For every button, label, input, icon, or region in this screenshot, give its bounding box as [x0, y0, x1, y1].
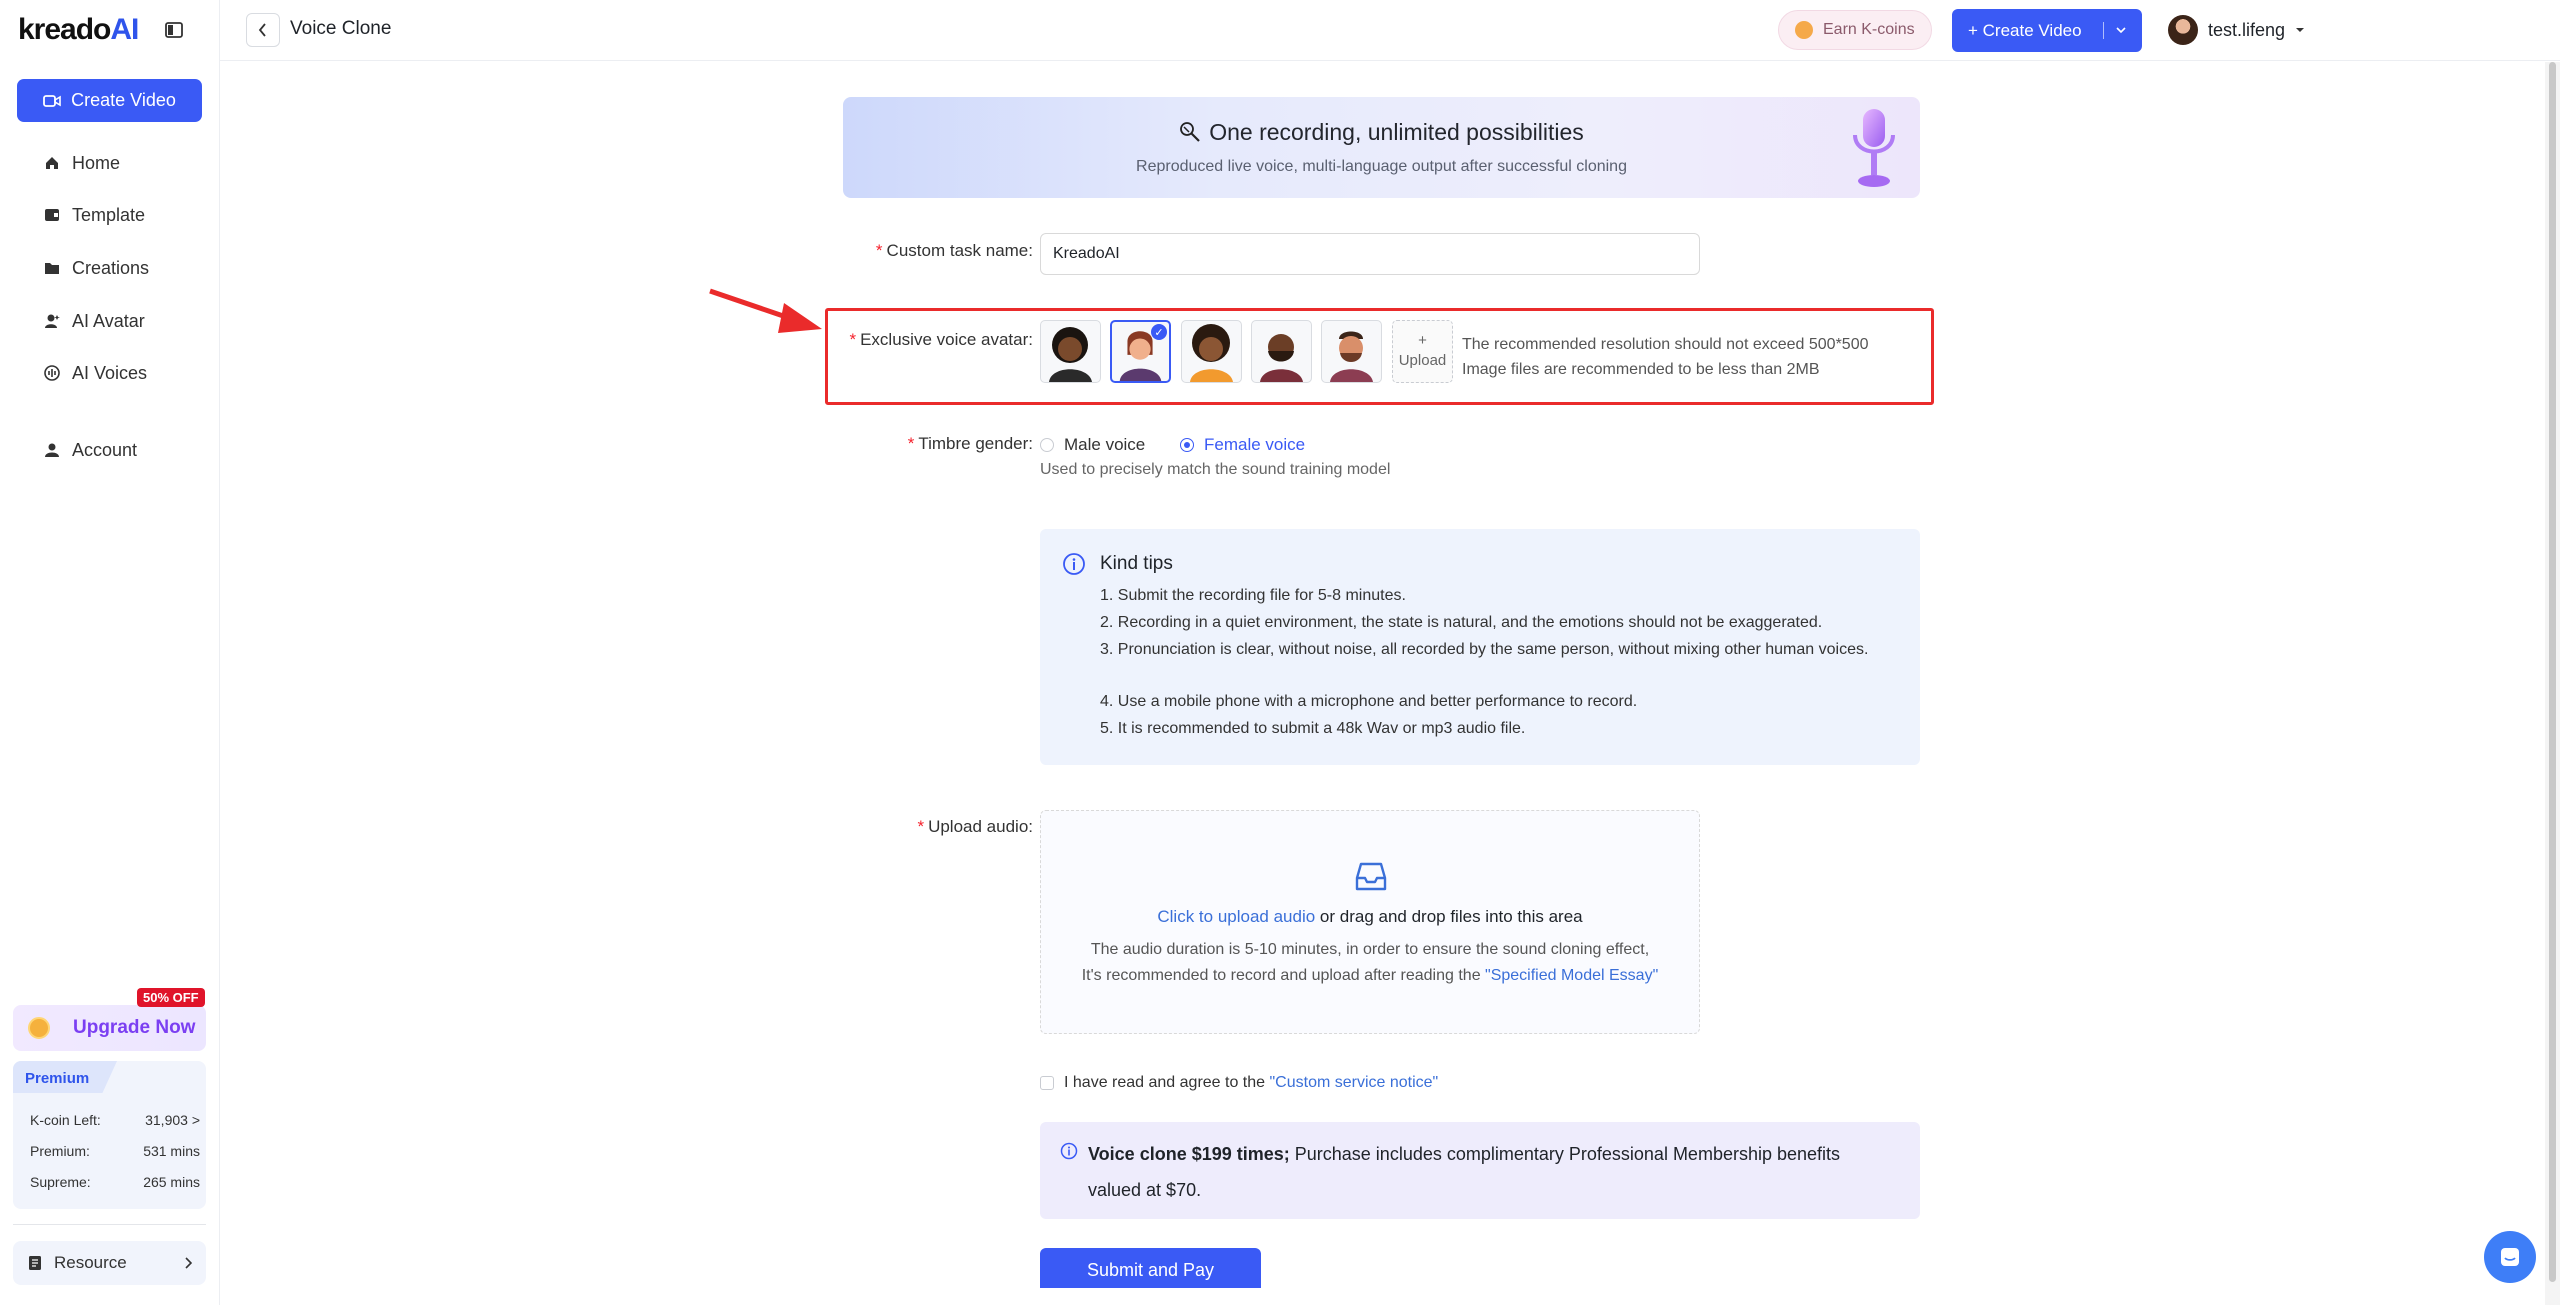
chevron-down-icon[interactable]: [2115, 23, 2127, 37]
premium-row: Premium: 531 mins: [30, 1143, 200, 1159]
banner-subtitle: Reproduced live voice, multi-language ou…: [1136, 158, 1627, 175]
avatar-icon: [44, 313, 60, 329]
sidebar-item-account[interactable]: Account: [0, 432, 220, 468]
audio-duration-hint: The audio duration is 5-10 minutes, in o…: [1090, 941, 1650, 958]
back-button[interactable]: [246, 13, 280, 47]
banner-title: One recording, unlimited possibilities: [843, 119, 1920, 146]
document-icon: [29, 1256, 41, 1270]
gender-hint: Used to precisely match the sound traini…: [1040, 461, 1391, 478]
voice-avatar-label: * Exclusive voice avatar:: [849, 330, 1033, 349]
red-arrow-annotation: [709, 288, 822, 333]
resource-menu[interactable]: Resource: [13, 1241, 206, 1285]
sidebar-item-home[interactable]: Home: [0, 145, 220, 181]
plan-card: Premium K-coin Left: 31,903 > Premium: 531…: [13, 1061, 206, 1209]
avatar-5-icon: [1330, 331, 1373, 382]
microphone-illustration-icon: [1853, 109, 1895, 187]
tip-item: 3. Pronunciation is clear, without noise…: [1100, 641, 1869, 658]
coin-icon: [1795, 21, 1813, 39]
voice-avatar-option[interactable]: [1181, 320, 1242, 383]
chat-icon: [2501, 1248, 2519, 1266]
click-to-upload-link[interactable]: Click to upload audio: [1157, 907, 1315, 926]
plan-name: Premium: [13, 1061, 117, 1093]
pricing-text: Voice clone $199 times; Purchase include…: [1088, 1144, 1841, 1200]
male-voice-radio[interactable]: Male voice: [1040, 435, 1145, 455]
tip-item: 1. Submit the recording file for 5-8 min…: [1100, 587, 1406, 604]
service-notice-link[interactable]: "Custom service notice": [1269, 1074, 1438, 1091]
coin-icon: [28, 1017, 50, 1039]
upload-avatar-button[interactable]: + Upload: [1392, 320, 1453, 383]
selected-check-icon: ✓: [1151, 324, 1167, 340]
pricing-notice: Voice clone $199 times; Purchase include…: [1040, 1122, 1920, 1219]
radio-dot: [1040, 438, 1054, 452]
voice-avatar-option[interactable]: [1040, 320, 1101, 383]
template-icon: [44, 207, 60, 223]
sidebar: kreado AI Create Video Home Template Crea…: [0, 0, 220, 1305]
sidebar-create-video-button[interactable]: Create Video: [17, 79, 202, 122]
folder-icon: [44, 260, 60, 276]
agreement-text: I have read and agree to the "Custom ser…: [1064, 1074, 1439, 1091]
inbox-icon: [1355, 862, 1387, 891]
model-essay-hint: It's recommended to record and upload af…: [1081, 967, 1659, 984]
page-scrollbar[interactable]: [2545, 62, 2560, 1305]
avatar-3-icon: [1190, 324, 1233, 382]
sidebar-item-creations[interactable]: Creations: [0, 250, 220, 286]
sidebar-item-ai-avatar[interactable]: AI Avatar: [0, 303, 220, 339]
voice-avatar-option[interactable]: [1251, 320, 1312, 383]
avatar: [2168, 15, 2198, 45]
radio-dot: [1180, 438, 1194, 452]
scrollbar-thumb[interactable]: [2549, 62, 2556, 1282]
female-voice-radio[interactable]: Female voice: [1180, 435, 1305, 455]
tip-item: 4. Use a mobile phone with a microphone …: [1100, 693, 1638, 710]
tip-item: 2. Recording in a quiet environment, the…: [1100, 614, 1823, 631]
audio-upload-dropzone[interactable]: Click to upload audio or drag and drop f…: [1040, 810, 1700, 1034]
info-icon: [1063, 553, 1085, 575]
upload-audio-label: * Upload audio:: [917, 817, 1033, 836]
discount-badge: 50% OFF: [137, 988, 205, 1007]
voice-icon: [44, 365, 60, 381]
avatar-size-hint: Image files are recommended to be less t…: [1462, 361, 1820, 378]
upload-instructions: Click to upload audio or drag and drop f…: [1157, 907, 1583, 926]
info-icon: [1060, 1142, 1078, 1160]
sidebar-item-template[interactable]: Template: [0, 197, 220, 233]
home-icon: [44, 155, 60, 171]
tip-item: 5. It is recommended to submit a 48k Wav…: [1100, 720, 1526, 737]
earn-kcoins-button[interactable]: Earn K-coins: [1778, 10, 1932, 50]
video-camera-icon: [43, 94, 61, 107]
page-title: Voice Clone: [290, 18, 392, 39]
microphone-icon: [1180, 122, 1200, 142]
model-essay-link[interactable]: "Specified Model Essay": [1485, 967, 1658, 984]
avatar-1-icon: [1049, 327, 1092, 382]
voice-avatar-option-selected[interactable]: ✓: [1110, 320, 1171, 383]
create-video-label: Create Video: [71, 90, 176, 110]
tips-title: Kind tips: [1100, 553, 1173, 574]
agreement-checkbox[interactable]: [1040, 1076, 1054, 1090]
button-divider: [2103, 22, 2104, 39]
avatar-resolution-hint: The recommended resolution should not ex…: [1462, 336, 1869, 353]
sidebar-item-ai-voices[interactable]: AI Voices: [0, 355, 220, 391]
sidebar-collapse-icon[interactable]: [162, 18, 186, 42]
submit-and-pay-button[interactable]: Submit and Pay: [1040, 1248, 1261, 1288]
user-menu[interactable]: test.lifeng: [2168, 10, 2305, 50]
supreme-row: Supreme: 265 mins: [30, 1174, 200, 1190]
chat-support-button[interactable]: [2484, 1231, 2536, 1283]
sidebar-divider: [13, 1224, 206, 1225]
user-icon: [44, 442, 60, 458]
caret-down-icon: [2296, 28, 2305, 32]
agreement-row: I have read and agree to the "Custom ser…: [1040, 1074, 1438, 1092]
chevron-left-icon: [258, 23, 266, 37]
avatar-4-icon: [1260, 334, 1303, 382]
header-create-video-button[interactable]: + Create Video: [1952, 9, 2142, 52]
task-name-input[interactable]: KreadoAI: [1040, 233, 1700, 275]
kreado-logo[interactable]: kreado AI: [18, 12, 139, 48]
timbre-gender-label: * Timbre gender:: [907, 434, 1033, 453]
voice-clone-banner: One recording, unlimited possibilities R…: [843, 97, 1920, 198]
kind-tips-panel: Kind tips 1. Submit the recording file f…: [1040, 529, 1920, 765]
voice-avatar-option[interactable]: [1321, 320, 1382, 383]
task-name-label: * Custom task name:: [875, 241, 1033, 260]
chevron-right-icon: [185, 1257, 192, 1269]
kcoin-row[interactable]: K-coin Left: 31,903 >: [30, 1112, 200, 1128]
